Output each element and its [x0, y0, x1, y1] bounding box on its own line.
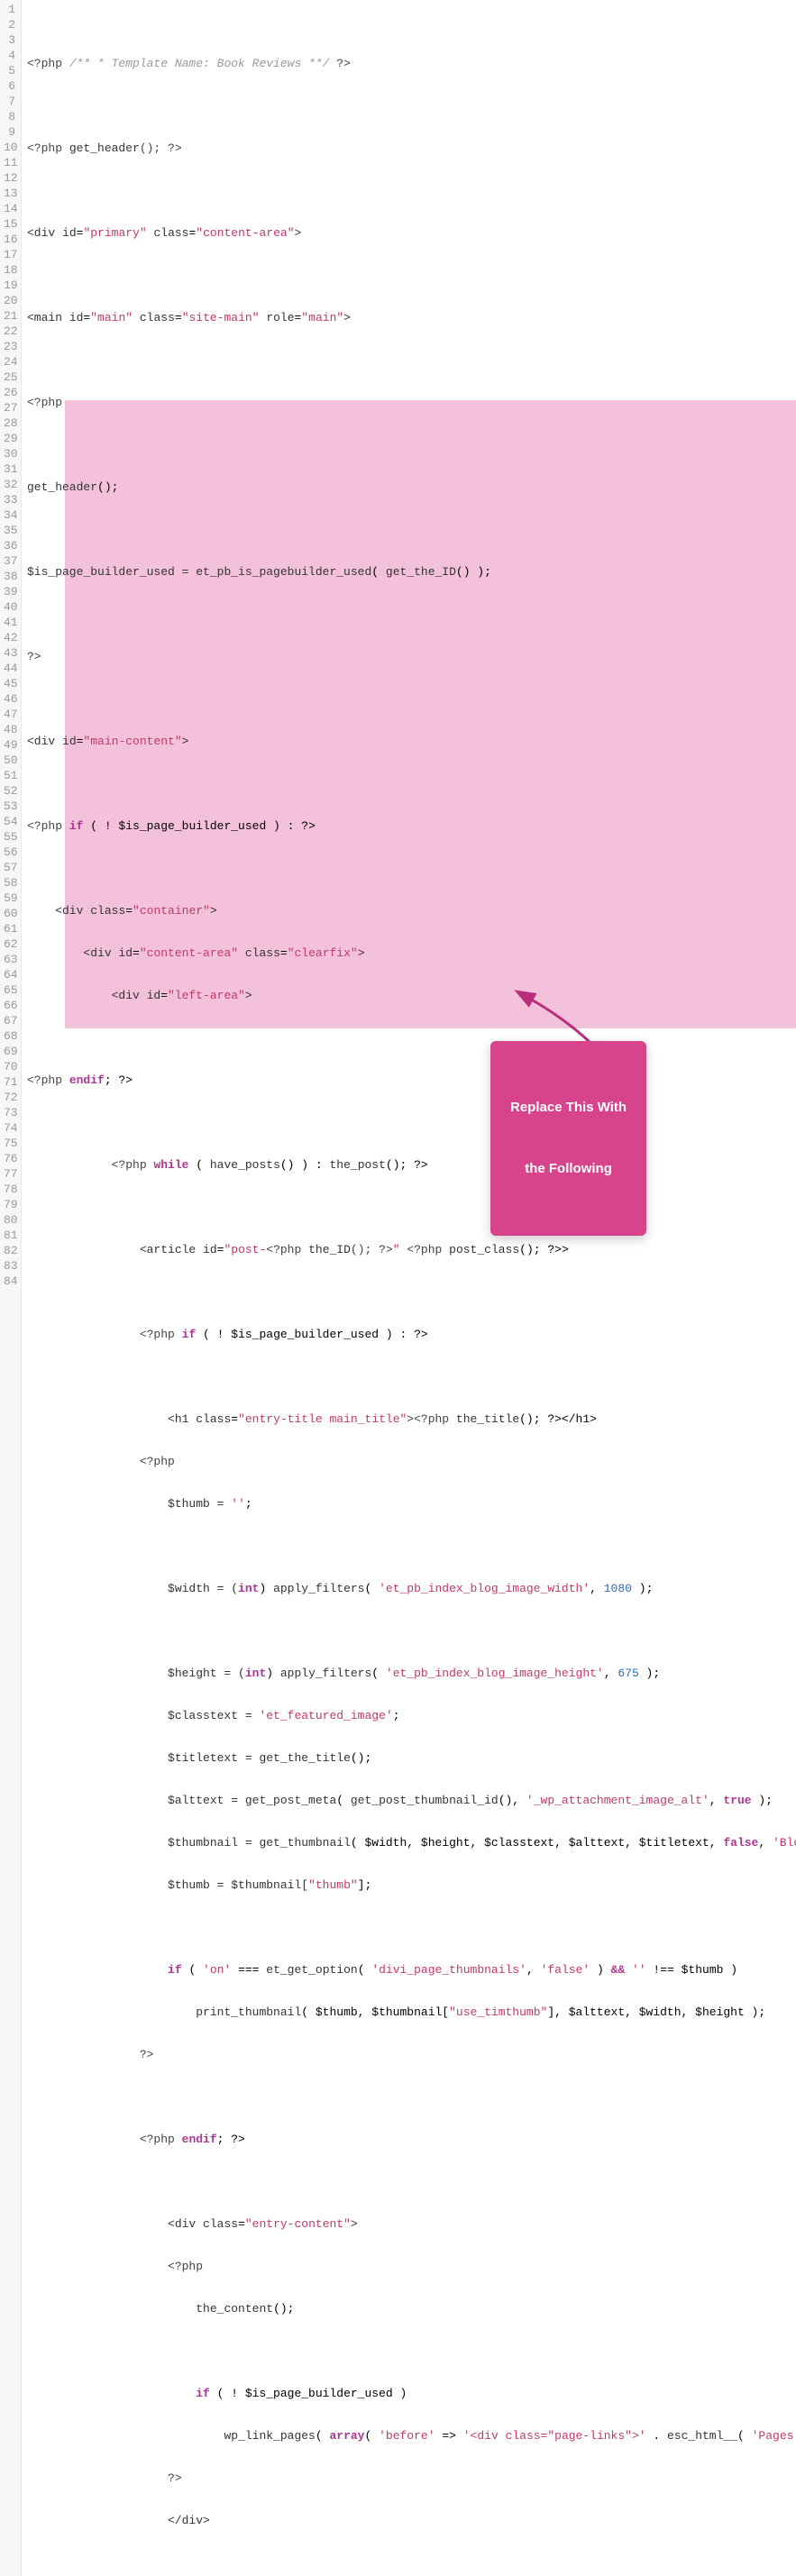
code-area[interactable]: <?php /** * Template Name: Book Reviews …	[22, 0, 796, 2576]
line-number-gutter: 12345 678910 1112131415 1617181920 21222…	[0, 0, 22, 2576]
callout-text-line1: Replace This With	[510, 1098, 627, 1119]
annotation-callout: Replace This With the Following	[490, 1041, 646, 1236]
callout-text-line2: the Following	[510, 1159, 627, 1180]
code-editor[interactable]: 12345 678910 1112131415 1617181920 21222…	[0, 0, 796, 2576]
